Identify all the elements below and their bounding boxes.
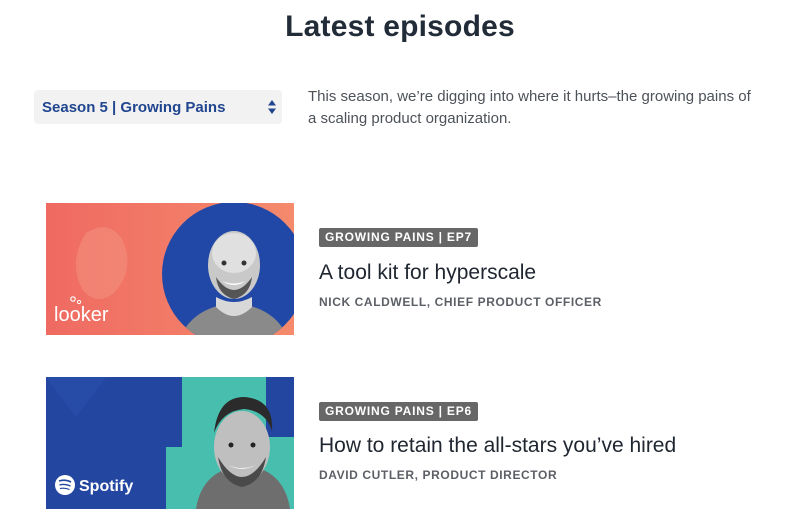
episode-thumbnail[interactable]: looker bbox=[46, 203, 294, 335]
episode-title-link[interactable]: How to retain the all-stars you’ve hired bbox=[319, 434, 676, 458]
season-select-value: Season 5 | Growing Pains bbox=[42, 98, 226, 116]
spotify-logo: Spotify bbox=[55, 475, 133, 495]
svg-text:looker: looker bbox=[54, 304, 109, 326]
episode-title-link[interactable]: A tool kit for hyperscale bbox=[319, 261, 536, 285]
season-description: This season, we’re digging into where it… bbox=[308, 88, 751, 127]
episode-6-artwork: Spotify bbox=[46, 377, 294, 509]
episode-guest: NICK CALDWELL, CHIEF PRODUCT OFFICER bbox=[319, 295, 602, 309]
episode-thumbnail[interactable]: Spotify bbox=[46, 377, 294, 509]
episode-tag: GROWING PAINS | EP6 bbox=[319, 402, 479, 421]
season-select[interactable]: Season 5 | Growing Pains bbox=[34, 90, 282, 124]
page-title: Latest episodes bbox=[285, 10, 515, 43]
episode-tag: GROWING PAINS | EP7 bbox=[319, 228, 479, 247]
episode-7-artwork: looker bbox=[46, 203, 294, 335]
up-down-arrows-icon bbox=[268, 100, 276, 114]
svg-text:Spotify: Spotify bbox=[79, 478, 133, 495]
episode-guest: DAVID CUTLER, PRODUCT DIRECTOR bbox=[319, 468, 558, 482]
